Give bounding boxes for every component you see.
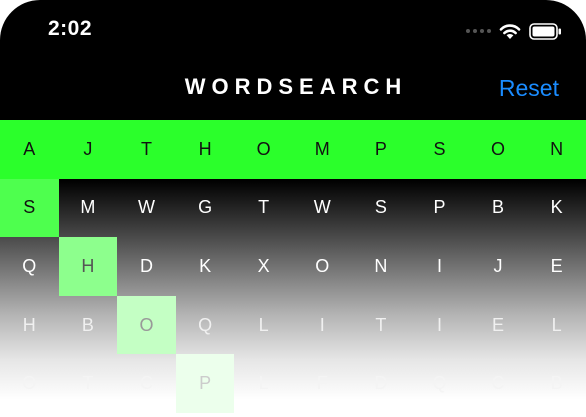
grid-cell[interactable]: L bbox=[234, 296, 293, 355]
grid-cell[interactable]: J bbox=[469, 237, 528, 296]
grid-cell[interactable]: P bbox=[175, 354, 235, 413]
grid-cell[interactable]: O bbox=[293, 237, 352, 296]
grid-cell[interactable]: B bbox=[527, 354, 586, 413]
grid-cell[interactable]: O bbox=[468, 120, 528, 179]
grid-cell[interactable]: M bbox=[59, 179, 118, 238]
grid-cell[interactable]: X bbox=[234, 237, 293, 296]
grid-cell[interactable]: G bbox=[176, 179, 235, 238]
grid-cell[interactable]: S bbox=[352, 179, 411, 238]
grid-cell[interactable]: B bbox=[59, 296, 118, 355]
notch bbox=[130, 0, 457, 42]
grid-cell[interactable]: N bbox=[527, 120, 586, 179]
grid-cell[interactable]: P bbox=[351, 120, 411, 179]
grid-cell[interactable]: K bbox=[527, 179, 586, 238]
grid-cell[interactable]: O bbox=[117, 295, 176, 355]
grid-cell[interactable]: Q bbox=[176, 296, 235, 355]
grid-cell[interactable]: O bbox=[234, 120, 293, 179]
grid-cell[interactable]: A bbox=[0, 120, 59, 179]
grid-cell[interactable]: J bbox=[58, 120, 118, 179]
grid-cell[interactable]: H bbox=[175, 120, 235, 179]
grid-cell[interactable]: I bbox=[293, 296, 352, 355]
grid-cell[interactable]: H bbox=[0, 296, 59, 355]
wifi-icon bbox=[499, 23, 521, 39]
grid-cell[interactable]: Q bbox=[410, 354, 469, 413]
grid-cell[interactable]: T bbox=[59, 354, 118, 413]
grid-cell[interactable]: L bbox=[234, 354, 293, 413]
reset-button[interactable]: Reset bbox=[499, 75, 559, 102]
grid-cell[interactable]: W bbox=[293, 179, 352, 238]
grid-cell[interactable]: S bbox=[410, 120, 469, 179]
grid-cell[interactable]: P bbox=[410, 179, 469, 238]
grid-cell[interactable]: T bbox=[352, 296, 411, 355]
signal-dots-icon bbox=[466, 29, 491, 33]
grid-cell[interactable]: E bbox=[527, 237, 586, 296]
grid-cell[interactable]: S bbox=[0, 178, 59, 238]
grid-cell[interactable]: M bbox=[292, 120, 352, 179]
grid-cell[interactable]: C bbox=[469, 354, 528, 413]
grid-cell[interactable]: I bbox=[410, 296, 469, 355]
grid-cell[interactable]: I bbox=[410, 237, 469, 296]
grid-cell[interactable]: E bbox=[469, 296, 528, 355]
status-icons bbox=[466, 20, 562, 42]
phone-screen: 2:02 WORDSEARCH Reset A J T H O M P S O … bbox=[0, 0, 586, 417]
letter-grid: A J T H O M P S O N S M W G T W S P B K … bbox=[0, 120, 586, 413]
grid-cell[interactable]: W bbox=[117, 179, 176, 238]
grid-cell[interactable]: L bbox=[527, 296, 586, 355]
grid-cell[interactable]: D bbox=[117, 237, 176, 296]
grid-cell[interactable]: B bbox=[469, 179, 528, 238]
grid-cell[interactable]: O bbox=[0, 354, 59, 413]
grid-cell[interactable]: T bbox=[234, 179, 293, 238]
status-time: 2:02 bbox=[48, 17, 93, 40]
grid-cell[interactable]: T bbox=[117, 120, 176, 179]
grid-cell[interactable]: K bbox=[176, 237, 235, 296]
grid-cell[interactable]: D bbox=[352, 354, 411, 413]
grid-cell[interactable]: H bbox=[58, 237, 118, 296]
grid-cell[interactable]: Q bbox=[0, 237, 59, 296]
grid-cell[interactable]: F bbox=[293, 354, 352, 413]
battery-icon bbox=[529, 22, 561, 40]
grid-cell[interactable]: N bbox=[352, 237, 411, 296]
grid-cell[interactable]: C bbox=[117, 354, 176, 413]
